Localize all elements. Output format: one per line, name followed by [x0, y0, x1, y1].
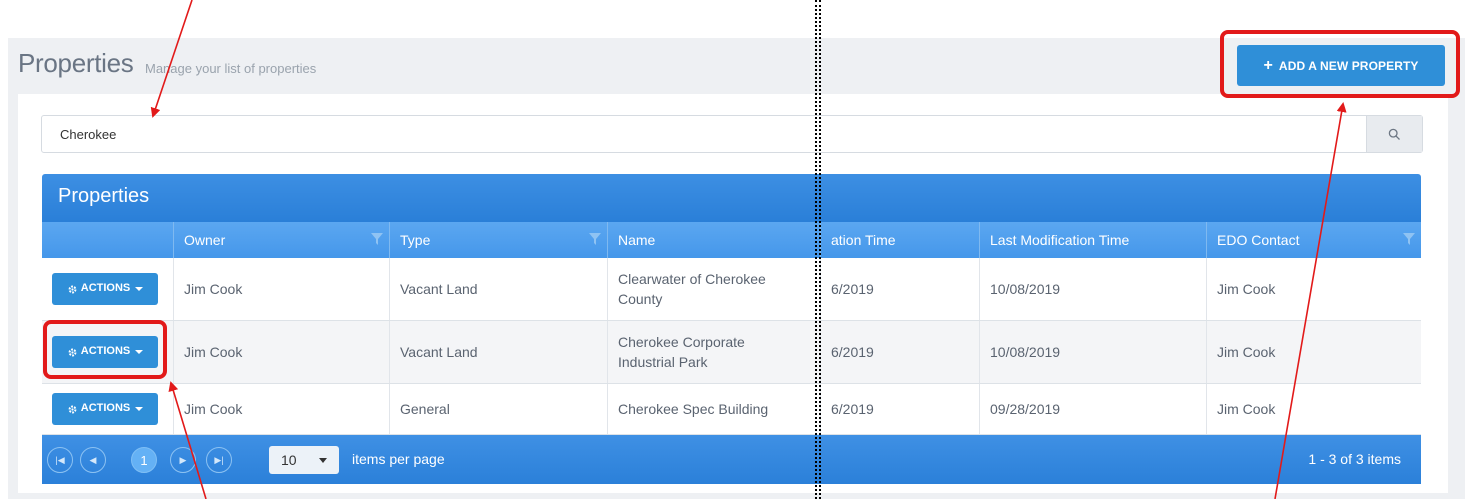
- arrow-to-add-button: [1274, 102, 1347, 499]
- screenshot-stage: Properties Manage your list of propertie…: [0, 0, 1465, 499]
- arrow-to-actions-button: [168, 381, 207, 499]
- arrow-to-search-input: [150, 0, 193, 118]
- annotation-arrows: [150, 0, 1347, 499]
